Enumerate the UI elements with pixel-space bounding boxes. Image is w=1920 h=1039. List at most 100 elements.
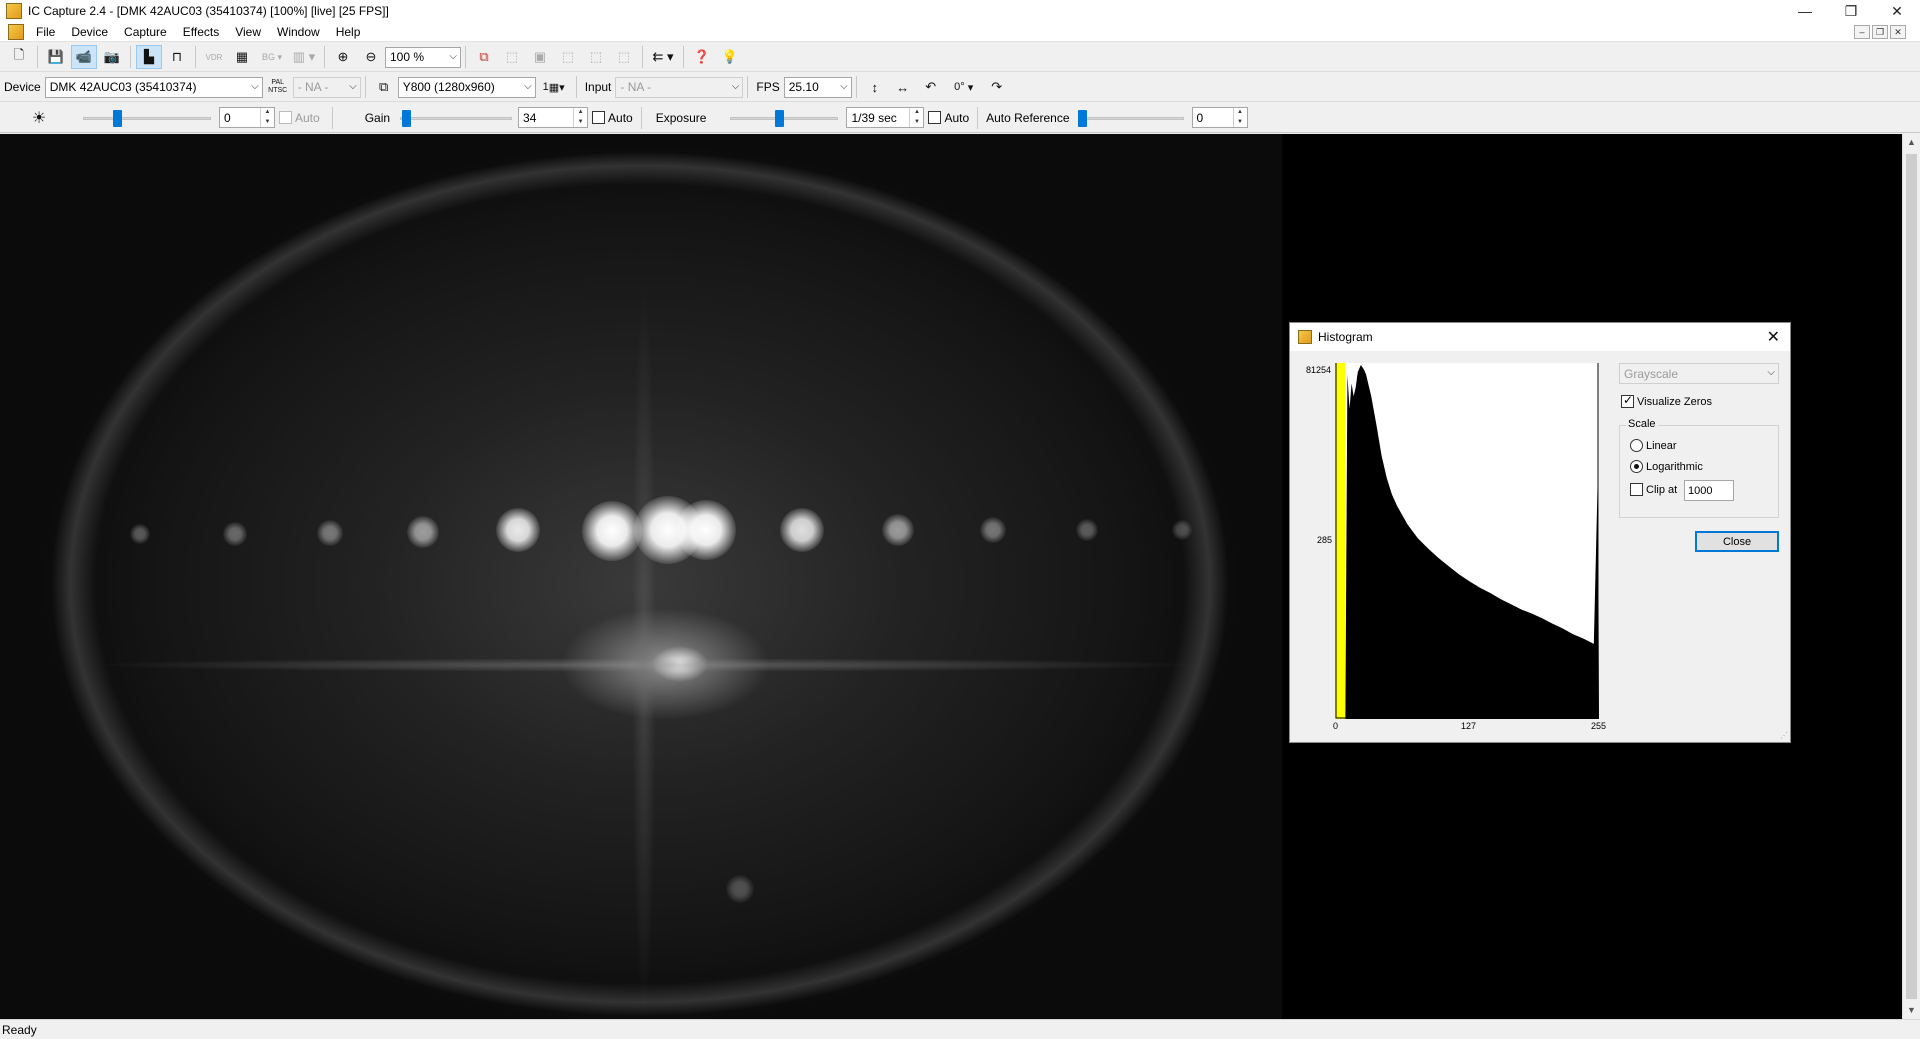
spin-buttons[interactable]: ▲ ▼ <box>260 108 274 127</box>
clip-value-input[interactable]: 1000 <box>1684 480 1734 501</box>
checkbox-box[interactable] <box>1621 393 1634 408</box>
gain-auto-checkbox[interactable]: Auto <box>592 111 633 125</box>
video-format-select[interactable]: Y800 (1280x960) ⌵ <box>397 76 536 98</box>
scroll-down-icon[interactable]: ▼ <box>1903 1002 1920 1019</box>
input-select[interactable]: - NA - ⌵ <box>615 76 744 98</box>
histogram-title-bar[interactable]: Histogram ✕ <box>1290 323 1790 351</box>
checkbox-box[interactable] <box>928 111 942 124</box>
linear-radio[interactable]: Linear <box>1630 439 1677 452</box>
frame-copy-icon[interactable]: ⬚ <box>583 45 609 69</box>
menu-file[interactable]: File <box>28 22 63 42</box>
exposure-auto-checkbox[interactable]: Auto <box>928 111 969 125</box>
flip-vertical-icon[interactable]: ↕ <box>862 75 888 99</box>
spin-up-icon[interactable]: ▲ <box>261 108 274 118</box>
scrollbar-thumb[interactable] <box>1906 154 1917 999</box>
minimize-button[interactable]: — <box>1782 0 1828 22</box>
zoom-select[interactable]: 100 % ⌵ <box>385 46 461 68</box>
zoom-in-icon[interactable]: ⊕ <box>330 45 356 69</box>
exposure-slider[interactable] <box>730 108 839 128</box>
gain-input[interactable]: 34 ▲ ▼ <box>518 107 589 128</box>
spin-up-icon[interactable]: ▲ <box>574 108 587 118</box>
visualize-zeros-checkbox[interactable]: Visualize Zeros <box>1621 393 1712 408</box>
spin-buttons[interactable]: ▲ ▼ <box>573 108 587 127</box>
brightness-auto-checkbox[interactable]: Auto <box>279 111 320 125</box>
resize-grip-icon[interactable]: ⋰ <box>1780 731 1788 740</box>
overlay-icon[interactable]: ⇇ ▾ <box>648 45 678 69</box>
help-bulb-icon[interactable]: 💡 <box>717 45 743 69</box>
restore-button[interactable]: ❐ <box>1828 0 1874 22</box>
clip-at-checkbox[interactable]: Clip at <box>1630 483 1677 496</box>
grid-layout-icon[interactable]: ▥ ▾ <box>289 45 319 69</box>
rotate-left-icon[interactable]: ↶ <box>918 75 944 99</box>
menu-effects[interactable]: Effects <box>175 22 227 42</box>
mdi-close-button[interactable]: ✕ <box>1890 25 1906 39</box>
slider-thumb[interactable] <box>112 109 122 127</box>
gain-slider[interactable] <box>400 108 513 128</box>
rotation-select[interactable]: 0° ▾ <box>946 75 982 99</box>
trigger-icon[interactable]: ⊓ <box>164 45 190 69</box>
slider-thumb[interactable] <box>774 109 784 127</box>
background-icon[interactable]: BG ▾ <box>257 45 287 69</box>
close-icon[interactable]: ✕ <box>1767 327 1780 347</box>
pal-ntsc-icon[interactable]: PAL NTSC <box>264 75 292 99</box>
spin-down-icon[interactable]: ▼ <box>574 118 587 128</box>
vertical-scrollbar[interactable]: ▲ ▼ <box>1902 134 1920 1019</box>
zoom-out-icon[interactable]: ⊖ <box>358 45 384 69</box>
color-settings-icon[interactable]: ▦ <box>229 45 255 69</box>
slider-thumb[interactable] <box>402 109 412 127</box>
frame-edit-icon[interactable]: ⬚ <box>611 45 637 69</box>
close-window-button[interactable]: ✕ <box>1874 0 1920 22</box>
flip-horizontal-icon[interactable]: ↔ <box>890 75 916 99</box>
frame-icon[interactable]: ▣ <box>527 45 553 69</box>
document-icon[interactable] <box>8 23 24 40</box>
slider-thumb[interactable] <box>1077 109 1087 127</box>
snapshot-camera-icon[interactable]: 📷 <box>99 45 125 69</box>
save-icon[interactable]: 💾 <box>43 45 69 69</box>
menu-device[interactable]: Device <box>63 22 116 42</box>
scroll-up-icon[interactable]: ▲ <box>1903 134 1920 151</box>
checkbox-box[interactable] <box>1630 483 1643 496</box>
format-grid-icon[interactable]: 1 ▦▾ <box>537 75 571 99</box>
menu-view[interactable]: View <box>227 22 269 42</box>
brightness-slider[interactable] <box>83 108 211 128</box>
auto-reference-value: 0 <box>1196 110 1204 125</box>
spin-buttons[interactable]: ▲ ▼ <box>1232 108 1247 128</box>
brightness-input[interactable]: 0 ▲ ▼ <box>219 107 275 128</box>
mdi-minimize-button[interactable]: – <box>1854 25 1870 39</box>
pal-ntsc-select[interactable]: - NA - ⌵ <box>292 76 361 98</box>
crop-icon[interactable]: ⬚ <box>499 45 525 69</box>
video-format-icon[interactable]: ⧉ <box>371 75 397 99</box>
gain-value: 34 <box>523 110 537 125</box>
context-help-icon[interactable]: ❓ <box>689 45 715 69</box>
live-camera-icon[interactable]: 📹 <box>71 45 97 69</box>
close-button[interactable]: Close <box>1695 531 1779 552</box>
fps-select[interactable]: 25.10 ⌵ <box>783 76 852 98</box>
vdr-icon[interactable]: VDR <box>201 45 227 69</box>
roi-icon[interactable]: ⧉ <box>471 45 497 69</box>
radio-button[interactable] <box>1630 460 1643 473</box>
logarithmic-radio[interactable]: Logarithmic <box>1630 460 1703 473</box>
spin-buttons[interactable]: ▲ ▼ <box>909 108 923 127</box>
channel-select[interactable]: Grayscale ⌵ <box>1619 363 1779 384</box>
spin-down-icon[interactable]: ▼ <box>910 118 923 128</box>
menu-capture[interactable]: Capture <box>116 22 175 42</box>
checkbox-box[interactable] <box>279 111 292 124</box>
rotate-right-icon[interactable]: ↷ <box>984 75 1010 99</box>
spin-down-icon[interactable]: ▼ <box>261 118 274 128</box>
device-select[interactable]: DMK 42AUC03 (35410374) ⌵ <box>44 76 263 98</box>
menu-help[interactable]: Help <box>328 22 369 42</box>
spin-up-icon[interactable]: ▲ <box>1234 108 1247 118</box>
histogram-area <box>1335 365 1599 719</box>
spin-up-icon[interactable]: ▲ <box>910 108 923 118</box>
exposure-input[interactable]: 1/39 sec ▲ ▼ <box>846 107 925 128</box>
checkbox-box[interactable] <box>592 111 606 124</box>
radio-button[interactable] <box>1630 439 1643 452</box>
histogram-icon[interactable]: ▙ <box>136 45 162 69</box>
new-file-icon[interactable]: 🗋 <box>6 45 32 69</box>
auto-reference-slider[interactable] <box>1077 108 1184 128</box>
frame-export-icon[interactable]: ⬚ <box>555 45 581 69</box>
menu-window[interactable]: Window <box>269 22 328 42</box>
mdi-restore-button[interactable]: ❐ <box>1872 25 1888 39</box>
auto-reference-input[interactable]: 0 ▲ ▼ <box>1191 107 1248 128</box>
spin-down-icon[interactable]: ▼ <box>1234 118 1247 128</box>
